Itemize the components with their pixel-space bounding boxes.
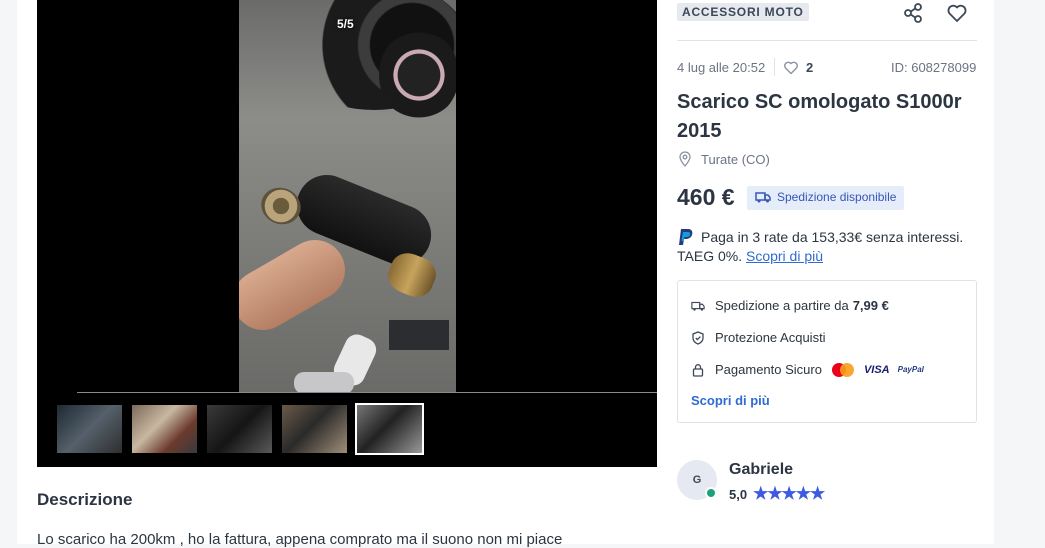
listing-price: 460 € — [677, 184, 735, 210]
shipping-available-label: Spedizione disponibile — [777, 190, 897, 204]
protection-row: Protezione Acquisti — [691, 330, 826, 345]
protection-label: Protezione Acquisti — [715, 330, 826, 345]
lock-icon — [692, 363, 704, 377]
taeg-text: TAEG 0%. — [677, 248, 743, 264]
photo-gallery[interactable]: 5/5 — [37, 0, 657, 467]
listing-id: ID: 608278099 — [891, 60, 977, 75]
photo-detail — [255, 181, 307, 231]
header-divider — [677, 40, 977, 41]
meta-divider — [774, 58, 775, 76]
shield-icon — [692, 330, 704, 345]
thumbnail-4[interactable] — [282, 405, 347, 453]
photo-detail — [294, 372, 354, 392]
info-learn-more-link[interactable]: Scopri di più — [691, 393, 770, 408]
seller-name[interactable]: Gabriele — [729, 461, 793, 479]
thumbnail-3[interactable] — [207, 405, 272, 453]
favorite-count-heart-icon — [784, 61, 798, 75]
truck-icon — [755, 192, 771, 203]
thumbnail-5-selected[interactable] — [355, 403, 424, 455]
mastercard-icon — [831, 362, 854, 377]
seller-rating: 5,0 ★★★★★ — [729, 484, 825, 504]
description-text: Lo scarico ha 200km , ho la fattura, app… — [37, 531, 563, 548]
truck-icon — [691, 301, 705, 311]
photo-detail — [239, 229, 356, 341]
description-heading: Descrizione — [37, 490, 133, 509]
secure-payment-label: Pagamento Sicuro — [715, 362, 822, 377]
paypal-logo: PayPal — [897, 365, 924, 374]
thumbnail-2[interactable] — [132, 405, 197, 453]
photo-detail — [379, 30, 456, 120]
shipping-info-row: Spedizione a partire da 7,99 € — [691, 298, 889, 313]
installments-text: Paga in 3 rate da 153,33€ senza interess… — [701, 229, 964, 245]
star-rating-icons: ★★★★★ — [753, 484, 825, 503]
secure-payment-row: Pagamento Sicuro VISA PayPal — [691, 362, 924, 377]
heart-icon[interactable] — [946, 2, 968, 24]
category-badge[interactable]: ACCESSORI MOTO — [677, 3, 809, 21]
seller-rating-value: 5,0 — [729, 486, 748, 502]
location-pin-icon — [679, 151, 691, 167]
listing-location: Turate (CO) — [701, 152, 770, 167]
main-photo[interactable] — [239, 0, 456, 392]
thumbnail-strip — [57, 403, 424, 455]
photo-counter: 5/5 — [337, 17, 354, 31]
online-status-dot — [705, 487, 717, 499]
listing-date: 4 lug alle 20:52 — [677, 60, 766, 75]
paypal-icon — [679, 229, 693, 245]
shipping-available-badge: Spedizione disponibile — [747, 186, 905, 210]
purchase-info-box: Spedizione a partire da 7,99 € Protezion… — [677, 280, 977, 423]
photo-detail — [389, 320, 449, 350]
installments-learn-more-link[interactable]: Scopri di più — [746, 248, 823, 264]
favorite-count: 2 — [806, 60, 814, 75]
gallery-divider — [77, 392, 657, 393]
shipping-info-price: 7,99 € — [852, 298, 889, 313]
thumbnail-1[interactable] — [57, 405, 122, 453]
listing-title: Scarico SC omologato S1000r 2015 — [677, 91, 962, 142]
share-icon[interactable] — [902, 2, 924, 24]
shipping-info-label: Spedizione a partire da — [715, 298, 849, 313]
visa-logo: VISA — [863, 363, 890, 376]
installments-taeg: TAEG 0%. Scopri di più — [677, 248, 823, 264]
